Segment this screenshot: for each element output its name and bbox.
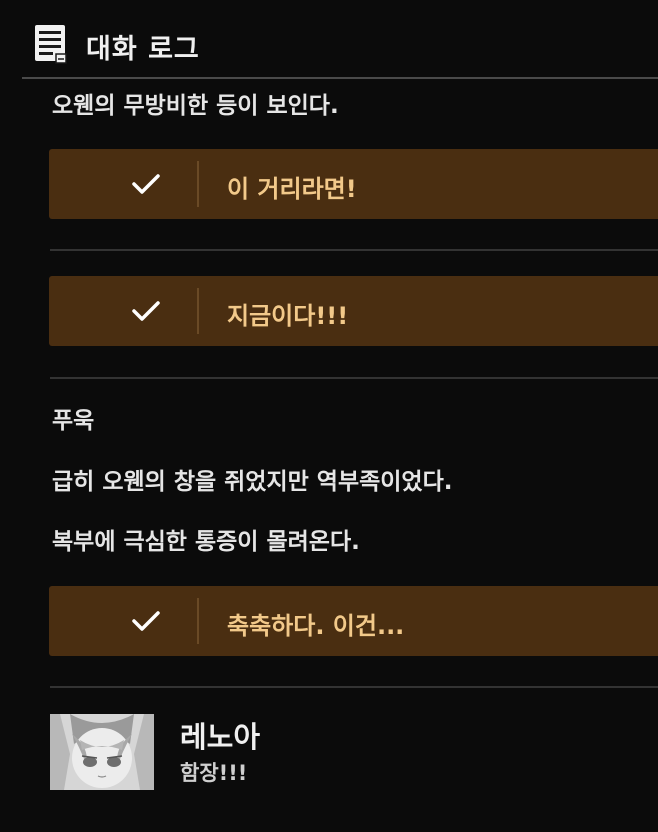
log-document-icon xyxy=(35,25,67,64)
entry-divider xyxy=(50,249,658,251)
log-line: 급히 오웬의 창을 쥐었지만 역부족이었다. xyxy=(52,469,453,495)
choice-separator xyxy=(197,161,199,207)
speaker-name: 레노아 xyxy=(180,720,261,754)
log-line: 복부에 극심한 통증이 몰려온다. xyxy=(52,529,360,555)
choice-label: 지금이다!!! xyxy=(227,302,349,330)
log-title: 대화 로그 xyxy=(86,34,200,65)
choice-separator xyxy=(197,288,199,334)
choice-label: 이 거리라면! xyxy=(227,175,357,203)
check-icon xyxy=(132,174,160,194)
header-divider xyxy=(22,77,658,79)
log-line: 오웬의 무방비한 등이 보인다. xyxy=(52,93,339,119)
speaker-line: 함장!!! xyxy=(180,761,248,785)
choice-item[interactable]: 이 거리라면! xyxy=(49,149,658,219)
choice-item[interactable]: 축축하다. 이건... xyxy=(49,586,658,656)
entry-divider xyxy=(50,377,658,379)
check-icon xyxy=(132,301,160,321)
choice-label: 축축하다. 이건... xyxy=(227,612,405,640)
entry-divider xyxy=(50,686,658,688)
choice-separator xyxy=(197,598,199,644)
log-line: 푸욱 xyxy=(52,408,95,434)
choice-item[interactable]: 지금이다!!! xyxy=(49,276,658,346)
check-icon xyxy=(132,611,160,631)
log-header: 대화 로그 xyxy=(0,0,658,80)
character-portrait xyxy=(50,714,154,790)
